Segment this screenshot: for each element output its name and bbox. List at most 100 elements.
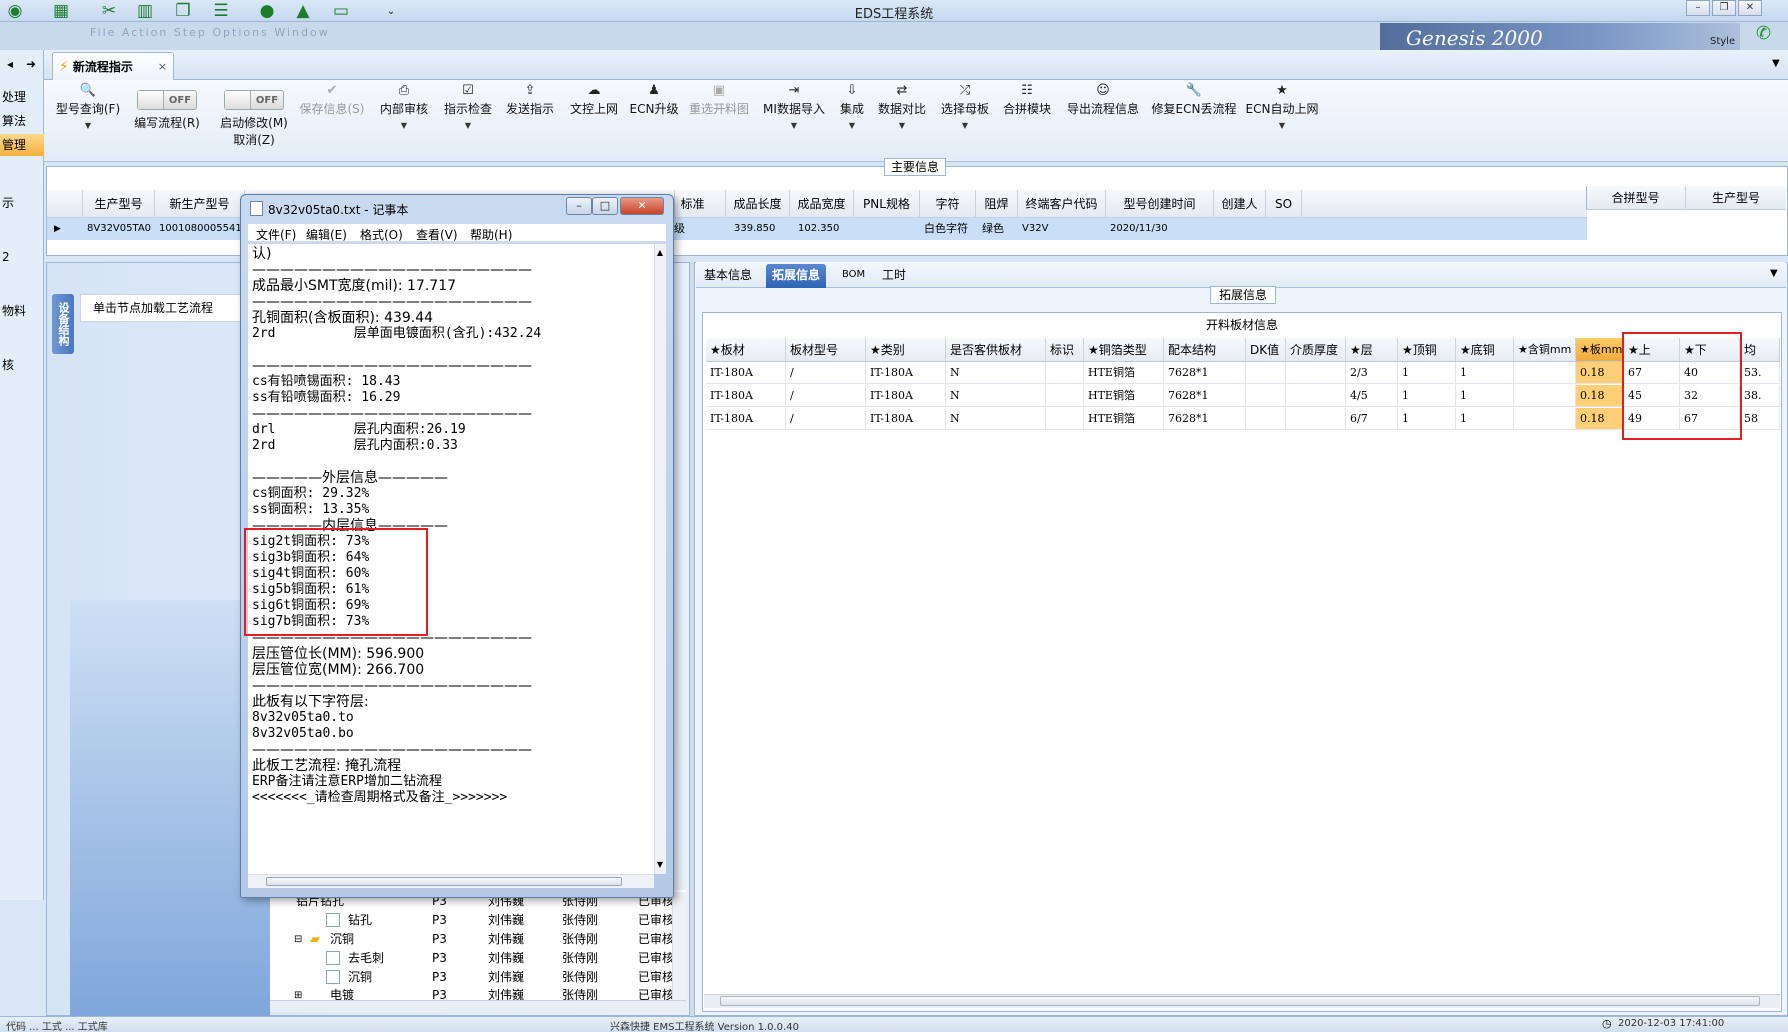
tree-node-label[interactable]: 钻孔: [348, 911, 372, 930]
cell-length[interactable]: 339.850: [730, 218, 775, 240]
grid-cell[interactable]: IT-180A: [706, 408, 786, 430]
cancel-label[interactable]: 取消(Z): [233, 131, 275, 148]
tab-dropdown-icon[interactable]: ▼: [1770, 268, 1778, 279]
grid-cell[interactable]: 1: [1456, 362, 1514, 384]
cell-mask[interactable]: 绿色: [978, 218, 1004, 240]
grid-cell[interactable]: 38.: [1740, 385, 1780, 407]
notepad-vertical-scrollbar[interactable]: [654, 244, 666, 874]
chart-icon[interactable]: ▲: [290, 0, 316, 22]
select-mother-board-button[interactable]: ⤮ 选择母板 ▼: [938, 82, 992, 160]
grid-cell[interactable]: N: [946, 385, 1046, 407]
grid-cell[interactable]: 1: [1398, 408, 1456, 430]
grid-col-header[interactable]: ★板材: [706, 338, 786, 362]
grid-col-header[interactable]: 介质厚度: [1286, 338, 1346, 362]
grid-cell[interactable]: IT-180A: [866, 385, 946, 407]
export-process-info-button[interactable]: ☺ 导出流程信息: [1064, 82, 1142, 160]
grid-col-header[interactable]: 板材型号: [786, 338, 866, 362]
tree-horizontal-scrollbar[interactable]: [270, 1000, 686, 1012]
expand-icon[interactable]: ⊞: [294, 986, 302, 1000]
data-compare-button[interactable]: ⇄ 数据对比 ▼: [876, 82, 928, 160]
grid-cell[interactable]: HTE铜箔: [1084, 385, 1164, 407]
cell-prod-no[interactable]: 8V32V05TA0: [83, 218, 151, 240]
grid-col-header[interactable]: 是否客供板材: [946, 338, 1046, 362]
grid-cell[interactable]: 0.18: [1576, 385, 1624, 407]
grid-col-header[interactable]: ★顶铜: [1398, 338, 1456, 362]
grid-cell[interactable]: 0.18: [1576, 362, 1624, 384]
cell-created[interactable]: 2020/11/30: [1106, 218, 1168, 240]
grid-col-header[interactable]: 配本结构: [1164, 338, 1246, 362]
dropdown-arrow-icon[interactable]: ▼: [85, 121, 91, 130]
dropdown-arrow-icon[interactable]: ▼: [849, 121, 855, 130]
tab-work-hours[interactable]: 工时: [876, 264, 912, 288]
merge-module-button[interactable]: ☷ 合拼模块: [1000, 82, 1054, 160]
grid-cell[interactable]: [1514, 385, 1576, 407]
grid-cell[interactable]: 4/5: [1346, 385, 1398, 407]
grid-icon[interactable]: ▦: [48, 0, 74, 22]
cell-char[interactable]: 白色字符: [920, 218, 968, 240]
device-structure-tab[interactable]: 设备结构: [52, 294, 74, 354]
list-icon[interactable]: ☰: [208, 0, 234, 22]
model-query-button[interactable]: 🔍 型号查询(F) ▼: [52, 82, 124, 160]
mi-data-import-button[interactable]: ⇥ MI数据导入 ▼: [760, 82, 828, 160]
internal-review-button[interactable]: ⎙ 内部审核 ▼: [376, 82, 432, 160]
col-header[interactable]: 新生产型号: [155, 190, 245, 218]
grid-cell[interactable]: [1514, 362, 1576, 384]
restore-button[interactable]: ❐: [1712, 0, 1736, 16]
notepad-minimize-button[interactable]: –: [566, 197, 592, 215]
login-icon[interactable]: ➜: [20, 52, 42, 76]
menu-file[interactable]: 文件(F): [256, 226, 296, 243]
grid-col-header[interactable]: ★层: [1346, 338, 1398, 362]
left-nav-item[interactable]: 核: [0, 354, 44, 376]
grid-cell[interactable]: 7628*1: [1164, 408, 1246, 430]
cell-customer[interactable]: V32V: [1018, 218, 1048, 240]
grid-cell[interactable]: /: [786, 385, 866, 407]
grid-cell[interactable]: [1246, 385, 1286, 407]
monitor-icon[interactable]: ▭: [328, 0, 354, 22]
phone-icon[interactable]: ✆: [1756, 23, 1771, 44]
ecn-upgrade-button[interactable]: ♟ ECN升级: [628, 82, 680, 160]
col-header[interactable]: 创建人: [1214, 190, 1266, 218]
tab-basic-info[interactable]: 基本信息: [698, 264, 758, 288]
save-info-button[interactable]: ✔ 保存信息(S): [298, 82, 366, 160]
app-logo-icon[interactable]: ◉: [2, 0, 28, 22]
grid-cell[interactable]: [1246, 362, 1286, 384]
grid-cell[interactable]: 2/3: [1346, 362, 1398, 384]
left-nav-item[interactable]: 物料: [0, 300, 44, 322]
tree-vertical-scrollbar[interactable]: [672, 892, 686, 1000]
send-instruction-button[interactable]: ⇪ 发送指示: [502, 82, 558, 160]
grid-col-header[interactable]: ★含铜mm: [1514, 338, 1576, 362]
grid-scroll-thumb[interactable]: [720, 996, 1760, 1006]
grid-cell[interactable]: IT-180A: [706, 385, 786, 407]
col-header[interactable]: 终端客户代码: [1018, 190, 1106, 218]
col-header[interactable]: 字符: [920, 190, 976, 218]
integrate-button[interactable]: ⇩ 集成 ▼: [834, 82, 870, 160]
grid-cell[interactable]: 1: [1456, 408, 1514, 430]
dropdown-arrow-icon[interactable]: ▼: [1279, 121, 1285, 130]
tab-new-process[interactable]: ⚡ 新流程指示 ×: [52, 52, 174, 80]
tree-node-label[interactable]: 沉铜: [348, 968, 372, 987]
notepad-scroll-thumb[interactable]: [266, 877, 622, 886]
left-nav-item[interactable]: 2: [0, 246, 44, 268]
grid-col-header[interactable]: ★类别: [866, 338, 946, 362]
menu-view[interactable]: 查看(V): [416, 226, 458, 243]
instruction-check-button[interactable]: ☑ 指示检查 ▼: [438, 82, 498, 160]
grid-col-header[interactable]: DK值: [1246, 338, 1286, 362]
copy-icon[interactable]: ❐: [170, 0, 196, 22]
close-window-button[interactable]: ✕: [1738, 0, 1762, 16]
tree-node-label[interactable]: 去毛刺: [348, 949, 384, 968]
cell-new-prod-no[interactable]: 10010800055417: [155, 218, 248, 240]
minimize-button[interactable]: –: [1686, 0, 1710, 16]
tree-node-label[interactable]: 沉铜: [330, 930, 354, 949]
start-modify-toggle[interactable]: OFF 启动修改(M) 取消(Z): [214, 82, 294, 160]
grid-cell[interactable]: N: [946, 362, 1046, 384]
grid-cell[interactable]: IT-180A: [866, 362, 946, 384]
dropdown-arrow-icon[interactable]: ▼: [791, 121, 797, 130]
grid-cell[interactable]: [1286, 362, 1346, 384]
grid-cell[interactable]: [1046, 408, 1084, 430]
tree-node-label[interactable]: 电镀: [330, 986, 354, 1000]
grid-col-header-highlight[interactable]: ★板mm: [1576, 338, 1624, 362]
collapse-icon[interactable]: ⊟: [294, 930, 302, 949]
write-process-toggle[interactable]: OFF 编写流程(R): [128, 82, 206, 160]
tab-extended-info[interactable]: 拓展信息: [766, 264, 827, 288]
grid-cell[interactable]: 53.: [1740, 362, 1780, 384]
